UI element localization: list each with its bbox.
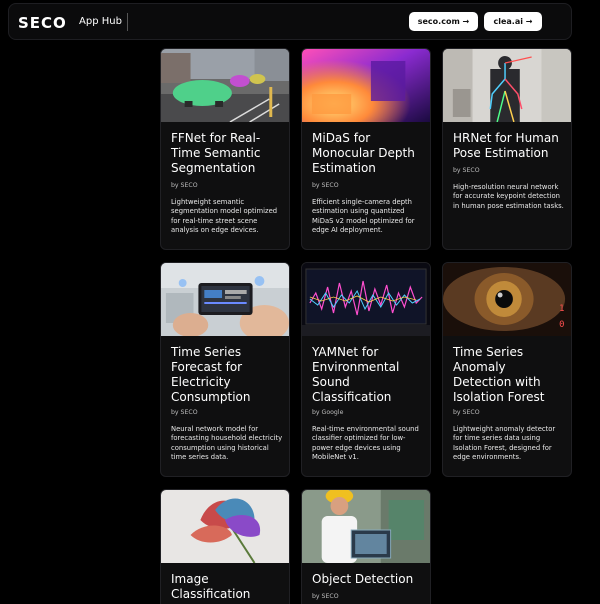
app-card-ffnet[interactable]: FFNet for Real-Time Semantic Segmentatio… — [160, 48, 290, 250]
card-title: FFNet for Real-Time Semantic Segmentatio… — [171, 131, 261, 175]
svg-text:0: 0 — [559, 320, 564, 330]
seco-com-link-button[interactable]: seco.com → — [409, 12, 478, 31]
svg-text:1: 1 — [559, 304, 564, 314]
card-author: by SECO — [312, 182, 339, 189]
card-description: Neural network model for forecasting hou… — [171, 425, 283, 462]
card-description: Efficient single-camera depth estimation… — [312, 198, 415, 235]
app-card-object-detection[interactable]: Object Detection by SECO — [301, 489, 431, 604]
clea-ai-link-button[interactable]: clea.ai → — [484, 12, 542, 31]
app-hub-label: App Hub — [79, 16, 122, 27]
card-title: MiDaS for Monocular Depth Estimation — [312, 131, 415, 175]
app-card-time-series-forecast[interactable]: Time Series Forecast for Electricity Con… — [160, 262, 290, 477]
card-author: by SECO — [312, 593, 339, 600]
smart-home-tablet-thumbnail — [161, 263, 289, 336]
card-description: Lightweight anomaly detector for time se… — [453, 425, 556, 462]
card-author: by SECO — [453, 409, 480, 416]
card-author: by SECO — [453, 167, 480, 174]
digital-eye-thumbnail: 1 0 — [443, 263, 571, 336]
depth-map-thumbnail — [302, 49, 430, 122]
app-card-anomaly-detection[interactable]: 1 0 Time Series Anomaly Detection with I… — [442, 262, 572, 477]
card-description: Lightweight semantic segmentation model … — [171, 198, 278, 235]
card-title: Image Classification — [171, 572, 251, 601]
card-title: Time Series Anomaly Detection with Isola… — [453, 345, 545, 404]
app-card-yamnet[interactable]: YAMNet for Environmental Sound Classific… — [301, 262, 431, 477]
factory-worker-thumbnail — [302, 490, 430, 563]
top-navigation-bar: SECO App Hub seco.com → clea.ai → — [8, 3, 572, 40]
app-card-hrnet[interactable]: HRNet for Human Pose Estimation by SECO … — [442, 48, 572, 250]
sound-waveform-thumbnail — [302, 263, 430, 336]
header-divider — [127, 13, 128, 31]
card-description: High-resolution neural network for accur… — [453, 183, 564, 210]
pose-estimation-thumbnail — [443, 49, 571, 122]
card-author: by SECO — [171, 182, 198, 189]
seco-logo[interactable]: SECO — [18, 14, 67, 32]
app-card-midas[interactable]: MiDaS for Monocular Depth Estimation by … — [301, 48, 431, 250]
card-description: Real-time environmental sound classifier… — [312, 425, 419, 462]
street-segmentation-thumbnail — [161, 49, 289, 122]
card-author: by SECO — [171, 409, 198, 416]
card-author: by Google — [312, 409, 344, 416]
card-title: Time Series Forecast for Electricity Con… — [171, 345, 251, 404]
app-card-image-classification[interactable]: Image Classification — [160, 489, 290, 604]
app-hub-page: SECO App Hub seco.com → clea.ai → FFNet … — [0, 0, 600, 604]
flower-thumbnail — [161, 490, 289, 563]
card-title: HRNet for Human Pose Estimation — [453, 131, 559, 160]
card-title: Object Detection — [312, 572, 414, 586]
card-title: YAMNet for Environmental Sound Classific… — [312, 345, 400, 404]
